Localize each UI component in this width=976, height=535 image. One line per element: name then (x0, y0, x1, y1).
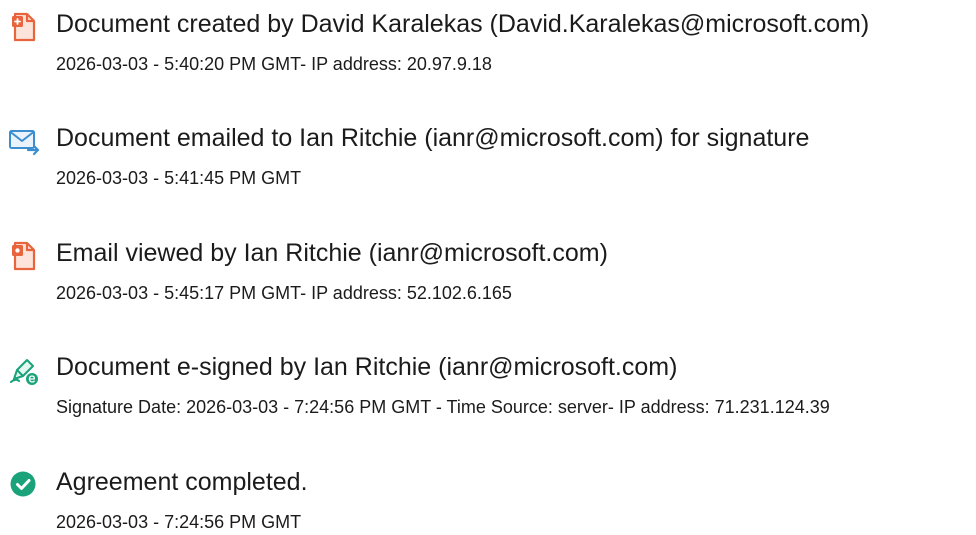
email-sent-icon (9, 130, 40, 156)
esign-pen-icon (10, 359, 38, 385)
checkmark-circle-icon (10, 471, 36, 497)
event-title: Document emailed to Ian Ritchie (ianr@mi… (56, 124, 810, 152)
event-title: Document e-signed by Ian Ritchie (ianr@m… (56, 353, 678, 381)
document-created-icon (12, 12, 36, 42)
event-meta: 2026-03-03 - 5:40:20 PM GMT- IP address:… (56, 54, 492, 74)
event-meta: Signature Date: 2026-03-03 - 7:24:56 PM … (56, 397, 830, 417)
document-viewed-icon (12, 241, 36, 271)
event-title: Agreement completed. (56, 468, 308, 496)
event-meta: 2026-03-03 - 7:24:56 PM GMT (56, 512, 302, 532)
event-title: Email viewed by Ian Ritchie (ianr@micros… (56, 239, 608, 267)
event-meta: 2026-03-03 - 5:45:17 PM GMT- IP address:… (56, 283, 512, 303)
event-meta: 2026-03-03 - 5:41:45 PM GMT (56, 168, 302, 188)
event-title: Document created by David Karalekas (Dav… (56, 10, 870, 38)
